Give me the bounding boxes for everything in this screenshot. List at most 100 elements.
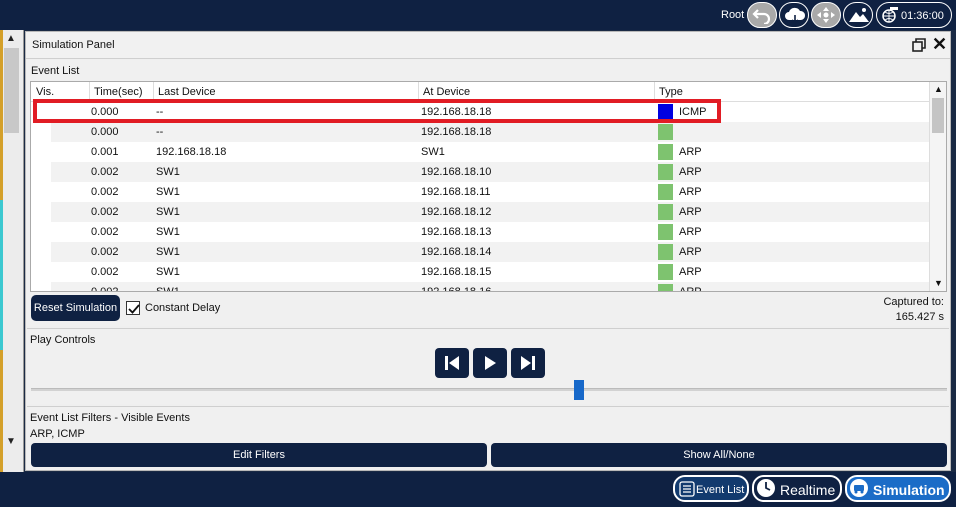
cell-type: ARP — [679, 146, 702, 158]
cell-type: ARP — [679, 246, 702, 258]
clock-display[interactable]: 01:36:00 — [876, 2, 952, 28]
cell-last-device: SW1 — [156, 286, 180, 292]
skip-forward-icon — [521, 356, 535, 370]
cell-type: ARP — [679, 226, 702, 238]
bottom-mode-bar: Event List Realtime Simulation — [0, 472, 956, 507]
play-controls-label: Play Controls — [30, 334, 96, 346]
restore-window-icon[interactable] — [912, 38, 926, 52]
undo-icon[interactable] — [747, 2, 777, 28]
cell-last-device: -- — [156, 106, 164, 118]
realtime-tab-label: Realtime — [780, 482, 836, 498]
cell-type: ICMP — [679, 106, 707, 118]
cell-at-device: 192.168.18.18 — [421, 126, 492, 138]
panel-title: Simulation Panel — [32, 39, 115, 51]
event-filters-section: Event List Filters - Visible Events ARP,… — [27, 406, 949, 470]
table-row[interactable]: 0.000 -- 192.168.18.18 — [51, 122, 931, 142]
cell-at-device: 192.168.18.15 — [421, 266, 492, 278]
event-list-label: Event List — [31, 65, 80, 77]
reset-simulation-button[interactable]: Reset Simulation — [31, 295, 120, 321]
cell-at-device: 192.168.18.13 — [421, 226, 492, 238]
cell-time: 0.002 — [91, 246, 119, 258]
cell-last-device: -- — [156, 126, 164, 138]
constant-delay-checkbox[interactable] — [126, 301, 140, 315]
cell-type: ARP — [679, 206, 702, 218]
table-row[interactable]: 0.000 -- 192.168.18.18 ICMP — [51, 102, 931, 122]
cell-time: 0.000 — [91, 126, 119, 138]
cell-last-device: SW1 — [156, 166, 180, 178]
cell-last-device: SW1 — [156, 226, 180, 238]
simulation-tab[interactable]: Simulation — [845, 475, 951, 502]
skip-back-icon — [445, 356, 459, 370]
type-color-swatch — [658, 224, 673, 240]
table-row[interactable]: 0.002 SW1 192.168.18.10 ARP — [51, 162, 931, 182]
scrollbar-thumb[interactable] — [932, 98, 944, 133]
captured-value: 165.427 s — [895, 311, 944, 323]
event-table[interactable]: Vis. Time(sec) Last Device At Device Typ… — [30, 81, 947, 292]
play-button[interactable] — [473, 348, 507, 378]
cell-type: ARP — [679, 186, 702, 198]
table-row[interactable]: 0.001 192.168.18.18 SW1 ARP — [51, 142, 931, 162]
scroll-up-icon[interactable]: ▲ — [6, 33, 16, 44]
cell-last-device: 192.168.18.18 — [156, 146, 227, 158]
type-color-swatch — [658, 144, 673, 160]
move-icon[interactable] — [811, 2, 841, 28]
cell-last-device: SW1 — [156, 266, 180, 278]
cell-at-device: 192.168.18.11 — [421, 186, 491, 198]
clock-time: 01:36:00 — [901, 10, 944, 22]
event-list-icon — [679, 481, 695, 497]
col-vis[interactable]: Vis. — [36, 86, 54, 98]
table-row[interactable]: 0.002 SW1 192.168.18.11 ARP — [51, 182, 931, 202]
filters-value: ARP, ICMP — [30, 428, 85, 440]
close-icon[interactable]: ✕ — [932, 35, 947, 53]
simulation-panel: Simulation Panel ✕ Event List Vis. Time(… — [25, 31, 951, 471]
type-color-swatch — [658, 124, 673, 140]
cell-time: 0.002 — [91, 186, 119, 198]
cloud-icon[interactable] — [779, 2, 809, 28]
edit-filters-button[interactable]: Edit Filters — [31, 443, 487, 467]
cell-at-device: 192.168.18.16 — [421, 286, 492, 292]
type-color-swatch — [658, 184, 673, 200]
scrollbar-thumb[interactable] — [4, 48, 19, 133]
col-at-device[interactable]: At Device — [423, 86, 470, 98]
scroll-down-icon[interactable]: ▼ — [6, 436, 16, 447]
type-color-swatch — [658, 284, 673, 291]
type-color-swatch — [658, 264, 673, 280]
show-all-none-button[interactable]: Show All/None — [491, 443, 947, 467]
scroll-down-icon[interactable]: ▼ — [934, 278, 943, 288]
table-row[interactable]: 0.002 SW1 192.168.18.13 ARP — [51, 222, 931, 242]
cell-type: ARP — [679, 166, 702, 178]
captured-label: Captured to: — [883, 296, 944, 308]
event-list-tab[interactable]: Event List — [673, 475, 749, 502]
forward-button[interactable] — [511, 348, 545, 378]
panel-header: Simulation Panel ✕ — [26, 32, 950, 59]
col-last-device[interactable]: Last Device — [158, 86, 215, 98]
table-scrollbar[interactable]: ▲ ▼ — [929, 82, 946, 291]
landscape-icon[interactable] — [843, 2, 873, 28]
table-row[interactable]: 0.002 SW1 192.168.18.16 ARP — [51, 282, 931, 292]
cell-at-device: 192.168.18.18 — [421, 106, 492, 118]
scroll-up-icon[interactable]: ▲ — [934, 84, 943, 94]
table-row[interactable]: 0.002 SW1 192.168.18.12 ARP — [51, 202, 931, 222]
table-row[interactable]: 0.002 SW1 192.168.18.15 ARP — [51, 262, 931, 282]
play-controls-section: Play Controls — [27, 328, 949, 404]
cell-time: 0.000 — [91, 106, 119, 118]
col-time[interactable]: Time(sec) — [94, 86, 142, 98]
cell-type: ARP — [679, 286, 702, 292]
cell-time: 0.002 — [91, 166, 119, 178]
left-scrollbar[interactable]: ▲ ▼ — [0, 30, 24, 500]
table-row[interactable]: 0.002 SW1 192.168.18.14 ARP — [51, 242, 931, 262]
constant-delay-label: Constant Delay — [145, 302, 221, 314]
back-button[interactable] — [435, 348, 469, 378]
cell-type: ARP — [679, 266, 702, 278]
filters-label: Event List Filters - Visible Events — [30, 412, 190, 424]
cell-time: 0.002 — [91, 266, 119, 278]
event-list-tab-label: Event List — [696, 484, 745, 496]
col-type[interactable]: Type — [659, 86, 683, 98]
top-toolbar: Root 01:36:00 — [0, 0, 956, 30]
playback-slider-track[interactable] — [31, 388, 947, 391]
left-edge-strip — [0, 30, 3, 500]
cell-at-device: 192.168.18.14 — [421, 246, 492, 258]
type-color-swatch — [658, 244, 673, 260]
playback-slider-thumb[interactable] — [574, 380, 584, 400]
realtime-tab[interactable]: Realtime — [752, 475, 842, 502]
